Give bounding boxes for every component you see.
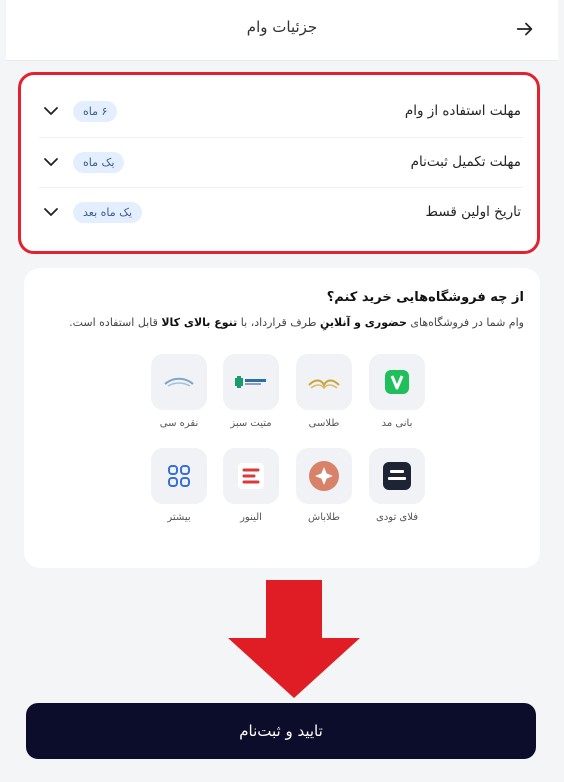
detail-value-badge: یک ماه بعد <box>73 201 143 223</box>
header: جزئیات وام <box>6 0 558 61</box>
flytoday-logo <box>369 448 425 504</box>
grid-more-icon <box>151 448 207 504</box>
loan-details-screen: جزئیات وام مهلت استفاده از وام ۶ ماه مهل… <box>6 0 558 782</box>
store-item-more[interactable]: بیشتر <box>150 448 208 523</box>
store-item-talabash[interactable]: طلاباش <box>295 448 353 523</box>
store-item-banimode[interactable]: بانی مد <box>368 354 426 429</box>
noghre-si-logo <box>151 354 207 410</box>
elinor-logo <box>223 448 279 504</box>
detail-row-usage-period[interactable]: مهلت استفاده از وام ۶ ماه <box>39 87 523 135</box>
store-name: فلای تودی <box>376 512 418 523</box>
talabash-logo <box>296 448 352 504</box>
store-name: طلاباش <box>308 512 340 523</box>
detail-label: تاریخ اولین قسط <box>425 204 522 220</box>
chevron-down-icon[interactable] <box>43 204 59 220</box>
page-title: جزئیات وام <box>246 18 318 36</box>
chevron-down-icon[interactable] <box>43 154 59 170</box>
stores-card: از چه فروشگاه‌هایی خرید کنم؟ وام شما در … <box>24 268 540 568</box>
confirm-register-button[interactable]: تایید و ثبت‌نام <box>26 703 536 759</box>
store-item-talasi[interactable]: طلاسی <box>295 354 353 429</box>
detail-row-first-installment[interactable]: تاریخ اولین قسط یک ماه بعد <box>39 187 523 236</box>
matit-sabz-logo <box>223 354 279 410</box>
store-name: بانی مد <box>381 418 413 429</box>
store-item-noghre-si[interactable]: نقره سی <box>150 354 208 429</box>
store-item-elinor[interactable]: الینور <box>222 448 280 523</box>
store-name: طلاسی <box>308 418 340 429</box>
store-name: الینور <box>240 512 262 523</box>
store-name: بیشتر <box>167 512 191 523</box>
red-arrow-icon <box>228 580 360 698</box>
detail-label: مهلت تکمیل ثبت‌نام <box>410 154 521 170</box>
banimode-logo <box>369 354 425 410</box>
detail-value-badge: یک ماه <box>73 151 125 173</box>
chevron-down-icon[interactable] <box>43 103 59 119</box>
loan-details-card: مهلت استفاده از وام ۶ ماه مهلت تکمیل ثبت… <box>18 72 540 254</box>
detail-row-registration-deadline[interactable]: مهلت تکمیل ثبت‌نام یک ماه <box>39 137 523 186</box>
store-name: نقره سی <box>159 418 199 429</box>
store-name: متیت سبز <box>230 418 272 429</box>
talasi-logo <box>296 354 352 410</box>
detail-value-badge: ۶ ماه <box>73 100 118 122</box>
store-item-flytoday[interactable]: فلای تودی <box>368 448 426 523</box>
detail-label: مهلت استفاده از وام <box>404 103 521 119</box>
store-item-matit-sabz[interactable]: متیت سبز <box>222 354 280 429</box>
desc-text: قابل استفاده است. <box>69 316 162 329</box>
store-grid: بانی مد طلاسی متیت سبز نقره سی فلای تودی… <box>150 328 450 568</box>
arrow-right-icon[interactable] <box>514 18 536 40</box>
stores-question: از چه فروشگاه‌هایی خرید کنم؟ <box>326 290 524 305</box>
